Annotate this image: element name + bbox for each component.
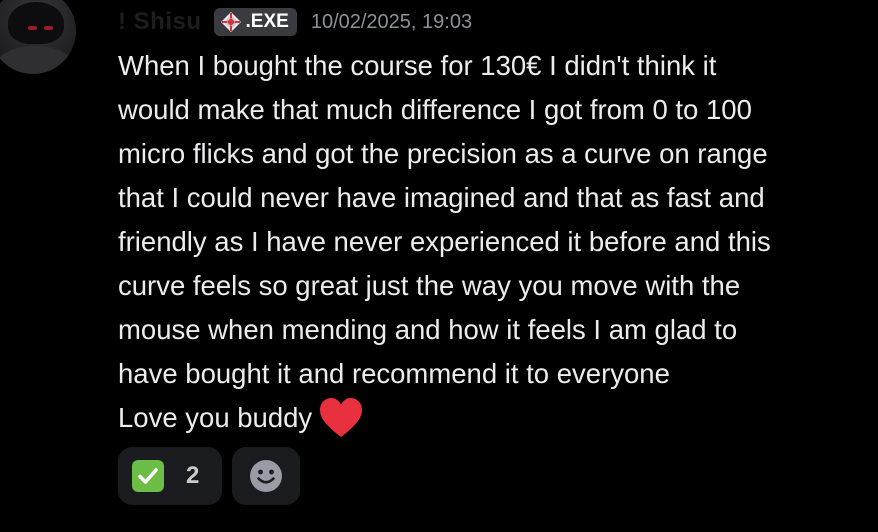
message-line-text: Love you buddy xyxy=(118,402,313,433)
avatar-hair-shape xyxy=(8,2,64,44)
reaction-count: 2 xyxy=(186,462,200,489)
chat-message: ! Shisu .EXE 10/02/2025, 19:03 When I bo… xyxy=(0,0,878,532)
reactions-bar: 2 xyxy=(118,447,300,505)
avatar-shoulder-shape xyxy=(0,46,74,74)
message-line: mouse when mending and how it feels I am… xyxy=(118,314,738,345)
reaction-check-mark[interactable]: 2 xyxy=(118,447,222,505)
server-tag[interactable]: .EXE xyxy=(213,8,297,36)
timestamp[interactable]: 10/02/2025, 19:03 xyxy=(311,11,472,34)
avatar-eye-left xyxy=(28,26,37,30)
add-reaction-smile-icon xyxy=(250,460,282,492)
avatar[interactable] xyxy=(0,0,76,74)
message-line: would make that much difference I got fr… xyxy=(118,94,752,125)
message-line-last: Love you buddy xyxy=(118,396,863,440)
white-check-mark-icon xyxy=(132,460,164,492)
message-line: curve feels so great just the way you mo… xyxy=(118,270,741,301)
message-line: have bought it and recommend it to every… xyxy=(118,358,670,389)
server-tag-label: .EXE xyxy=(245,11,289,32)
diamond-badge-icon xyxy=(220,12,241,32)
message-line: that I could never have imagined and tha… xyxy=(118,182,765,213)
red-heart-icon xyxy=(320,398,363,437)
message-header: ! Shisu .EXE 10/02/2025, 19:03 xyxy=(118,6,472,38)
message-line: friendly as I have never experienced it … xyxy=(118,226,771,257)
message-content: When I bought the course for 130€ I didn… xyxy=(118,44,863,440)
message-line: When I bought the course for 130€ I didn… xyxy=(118,50,717,81)
avatar-eye-right xyxy=(44,26,53,30)
add-reaction-button[interactable] xyxy=(232,447,300,505)
message-line: micro flicks and got the precision as a … xyxy=(118,138,768,169)
username[interactable]: ! Shisu xyxy=(118,8,202,36)
